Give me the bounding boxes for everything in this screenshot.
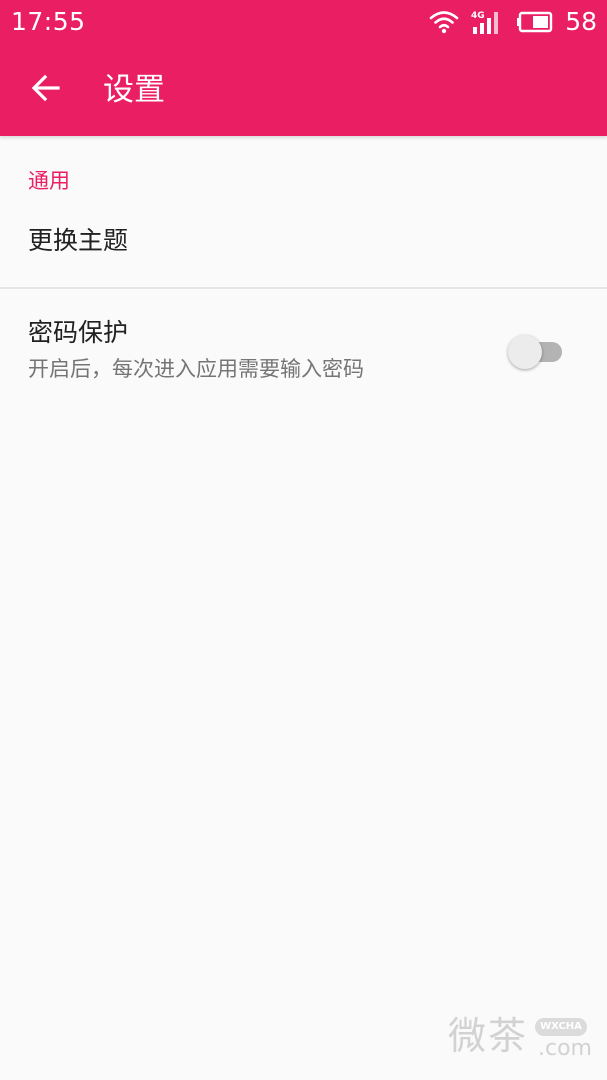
battery-level: 58	[565, 7, 597, 36]
arrow-left-icon	[30, 72, 62, 108]
preference-summary: 开启后，每次进入应用需要输入密码	[28, 357, 364, 381]
settings-screen: 17:55 4G 58 设置 通用 更换主题 密码保护 开启后，每次进入应用需要…	[0, 0, 607, 1080]
category-title-general: 通用	[28, 169, 70, 193]
cellular-signal-icon: 4G	[471, 9, 503, 35]
battery-icon	[517, 11, 553, 33]
switch-thumb	[508, 335, 542, 369]
preference-title: 密码保护	[28, 318, 129, 347]
preference-change-theme[interactable]: 更换主题	[0, 205, 607, 287]
page-title: 设置	[103, 72, 165, 108]
wifi-icon	[429, 10, 459, 34]
password-protection-switch[interactable]	[508, 335, 562, 369]
network-type-label: 4G	[471, 11, 485, 21]
watermark-logo: 微茶 WXCHA .com	[448, 1012, 593, 1064]
status-time: 17:55	[11, 7, 86, 36]
status-icons: 4G 58	[429, 6, 597, 38]
preference-title: 更换主题	[28, 226, 129, 255]
watermark-domain: .com	[538, 1036, 592, 1061]
back-button[interactable]	[22, 66, 70, 114]
watermark-badge: WXCHA	[535, 1018, 587, 1036]
app-bar: 设置	[0, 44, 607, 136]
status-bar: 17:55 4G 58	[0, 0, 607, 44]
watermark-text: 微茶	[448, 1014, 529, 1058]
preference-password-protection[interactable]: 密码保护 开启后，每次进入应用需要输入密码	[0, 289, 607, 407]
